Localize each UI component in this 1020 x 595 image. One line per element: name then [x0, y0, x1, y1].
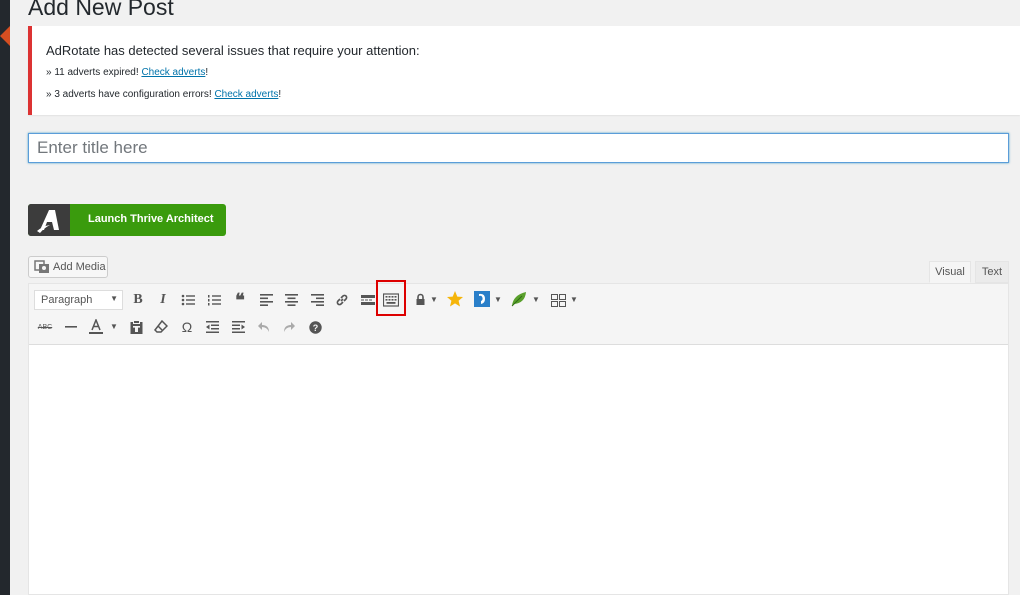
italic-button[interactable]: I: [153, 290, 173, 310]
media-icon: [34, 260, 50, 277]
increase-indent-icon[interactable]: [228, 317, 248, 337]
add-media-button[interactable]: Add Media: [28, 256, 108, 278]
launch-thrive-architect-button[interactable]: Launch Thrive Architect: [28, 204, 226, 236]
text-color-icon[interactable]: [86, 317, 106, 337]
plugin-face-icon[interactable]: [472, 289, 492, 309]
blockquote-icon[interactable]: ❝: [230, 290, 250, 310]
chevron-down-icon[interactable]: ▼: [570, 295, 578, 304]
thrive-button-label: Launch Thrive Architect: [88, 213, 214, 225]
horizontal-line-icon[interactable]: [61, 317, 81, 337]
leaf-icon[interactable]: [509, 289, 529, 309]
editor-content-area[interactable]: [29, 345, 1008, 594]
thrive-architect-logo-icon: [28, 204, 70, 236]
post-title-input[interactable]: [28, 133, 1009, 163]
check-adverts-link[interactable]: Check adverts: [214, 89, 278, 100]
grid-layout-icon[interactable]: [548, 290, 568, 310]
link-icon[interactable]: [332, 290, 352, 310]
help-icon[interactable]: ?: [305, 317, 325, 337]
redo-icon[interactable]: [279, 317, 299, 337]
notice-line-errors: » 3 adverts have configuration errors! C…: [46, 89, 282, 100]
editor-toolbar: Paragraph ▼ B I ❝ ▼ ▼ ▼ ▼ ABC ▼ Ω ?: [29, 280, 1008, 345]
adrotate-notice: AdRotate has detected several issues tha…: [28, 26, 1020, 115]
notice-line-expired: » 11 adverts expired! Check adverts!: [46, 67, 209, 78]
undo-icon[interactable]: [254, 317, 274, 337]
chevron-down-icon[interactable]: ▼: [494, 295, 502, 304]
page-title: Add New Post: [28, 0, 174, 20]
paste-as-text-icon[interactable]: [126, 317, 146, 337]
lock-icon[interactable]: [410, 289, 430, 309]
star-icon[interactable]: [445, 289, 465, 309]
align-right-icon[interactable]: [307, 290, 327, 310]
check-adverts-link[interactable]: Check adverts: [141, 67, 205, 78]
format-select[interactable]: Paragraph ▼: [34, 290, 123, 310]
decrease-indent-icon[interactable]: [202, 317, 222, 337]
chevron-down-icon: ▼: [110, 294, 118, 303]
notice-title: AdRotate has detected several issues tha…: [46, 43, 420, 58]
bold-button[interactable]: B: [128, 290, 148, 310]
add-media-label: Add Media: [53, 261, 106, 273]
read-more-icon[interactable]: [358, 290, 378, 310]
post-editor: Paragraph ▼ B I ❝ ▼ ▼ ▼ ▼ ABC ▼ Ω ?: [28, 280, 1009, 595]
bullet-list-icon[interactable]: [178, 290, 198, 310]
align-left-icon[interactable]: [256, 290, 276, 310]
help-glyph: ?: [312, 323, 318, 333]
chevron-down-icon[interactable]: ▼: [532, 295, 540, 304]
clear-formatting-icon[interactable]: [151, 317, 171, 337]
chevron-down-icon[interactable]: ▼: [110, 322, 118, 331]
chevron-down-icon[interactable]: ▼: [430, 295, 438, 304]
current-menu-arrow-icon: [0, 26, 10, 46]
admin-sidebar: [0, 0, 10, 595]
align-center-icon[interactable]: [281, 290, 301, 310]
numbered-list-icon[interactable]: [204, 290, 224, 310]
tab-text[interactable]: Text: [975, 261, 1009, 283]
tab-visual[interactable]: Visual: [929, 261, 971, 283]
highlight-box: [376, 280, 406, 316]
special-character-icon[interactable]: Ω: [177, 317, 197, 337]
strikethrough-button[interactable]: ABC: [35, 317, 55, 337]
